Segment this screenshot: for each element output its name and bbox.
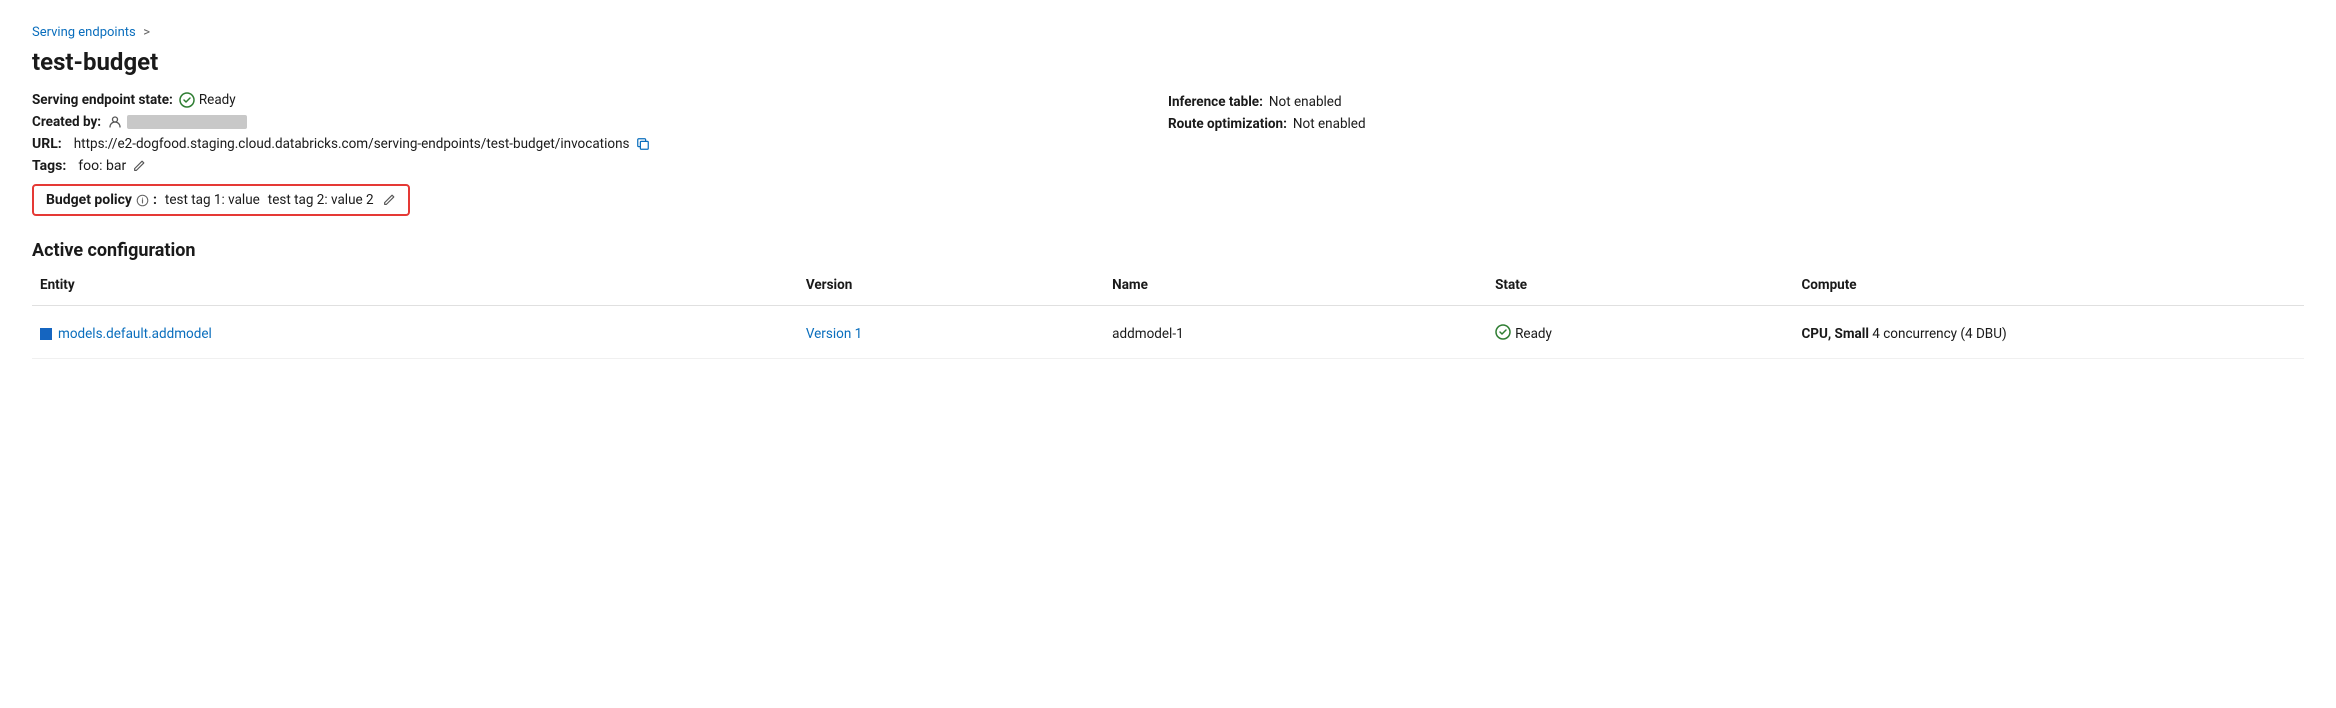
- compute-bold: CPU, Small: [1801, 326, 1869, 342]
- route-optimization-row: Route optimization: Not enabled: [1168, 116, 2304, 132]
- header-version: Version: [798, 273, 1104, 297]
- budget-policy-text: Budget policy: [46, 192, 132, 208]
- entity-link[interactable]: models.default.addmodel: [40, 326, 790, 342]
- check-circle-icon: [179, 92, 195, 108]
- serving-endpoint-state-label: Serving endpoint state:: [32, 92, 173, 108]
- tags-edit-icon[interactable]: [132, 159, 146, 173]
- serving-endpoint-state-value: Ready: [199, 92, 236, 108]
- inference-table-value: Not enabled: [1269, 94, 1342, 110]
- table-row: models.default.addmodel Version 1 addmod…: [32, 310, 2304, 359]
- status-badge: Ready: [179, 92, 236, 108]
- state-check-icon: [1495, 324, 1511, 344]
- copy-icon[interactable]: [636, 137, 650, 151]
- inference-table-row: Inference table: Not enabled: [1168, 94, 2304, 110]
- info-icon[interactable]: [136, 194, 149, 207]
- table-header: Entity Version Name State Compute: [32, 273, 2304, 306]
- inference-table-label: Inference table:: [1168, 94, 1263, 110]
- tags-row: Tags: foo: bar: [32, 158, 1168, 174]
- route-optimization-value: Not enabled: [1293, 116, 1366, 132]
- created-by-label: Created by:: [32, 114, 101, 130]
- serving-endpoint-state-row: Serving endpoint state: Ready: [32, 92, 1168, 108]
- cell-version: Version 1: [798, 322, 1104, 346]
- state-value: Ready: [1515, 326, 1552, 342]
- tags-value: foo: bar: [78, 158, 126, 174]
- url-row: URL: https://e2-dogfood.staging.cloud.da…: [32, 136, 1168, 152]
- created-by-row: Created by:: [32, 114, 1168, 130]
- budget-policy-box: Budget policy : test tag 1: value test t…: [32, 184, 410, 216]
- url-label: URL:: [32, 136, 62, 152]
- header-compute: Compute: [1793, 273, 2304, 297]
- created-by-redacted: [127, 115, 247, 129]
- header-name: Name: [1104, 273, 1487, 297]
- breadcrumb: Serving endpoints >: [32, 24, 2304, 40]
- cell-name: addmodel-1: [1104, 322, 1487, 346]
- entity-name: models.default.addmodel: [58, 326, 212, 342]
- budget-policy-tag2: test tag 2: value 2: [268, 192, 374, 208]
- header-state: State: [1487, 273, 1793, 297]
- cell-state: Ready: [1487, 320, 1793, 348]
- breadcrumb-link[interactable]: Serving endpoints: [32, 25, 136, 40]
- configuration-table: Entity Version Name State Compute models…: [32, 273, 2304, 359]
- entity-model-icon: [40, 328, 52, 340]
- cell-entity: models.default.addmodel: [32, 322, 798, 346]
- cell-compute: CPU, Small 4 concurrency (4 DBU): [1793, 322, 2304, 346]
- breadcrumb-separator: >: [143, 25, 150, 40]
- user-icon: [107, 114, 123, 130]
- url-value: https://e2-dogfood.staging.cloud.databri…: [74, 136, 630, 152]
- version-link[interactable]: Version 1: [806, 326, 862, 342]
- route-optimization-label: Route optimization:: [1168, 116, 1287, 132]
- budget-policy-edit-icon[interactable]: [382, 193, 396, 207]
- active-configuration-section: Active configuration Entity Version Name…: [32, 240, 2304, 359]
- header-entity: Entity: [32, 273, 798, 297]
- page-title: test-budget: [32, 48, 2304, 76]
- tags-label: Tags:: [32, 158, 66, 174]
- active-configuration-title: Active configuration: [32, 240, 2304, 261]
- compute-rest: 4 concurrency (4 DBU): [1869, 326, 2007, 342]
- budget-policy-label: Budget policy :: [46, 192, 157, 208]
- budget-policy-tag1: test tag 1: value: [165, 192, 260, 208]
- budget-policy-colon: :: [153, 192, 157, 208]
